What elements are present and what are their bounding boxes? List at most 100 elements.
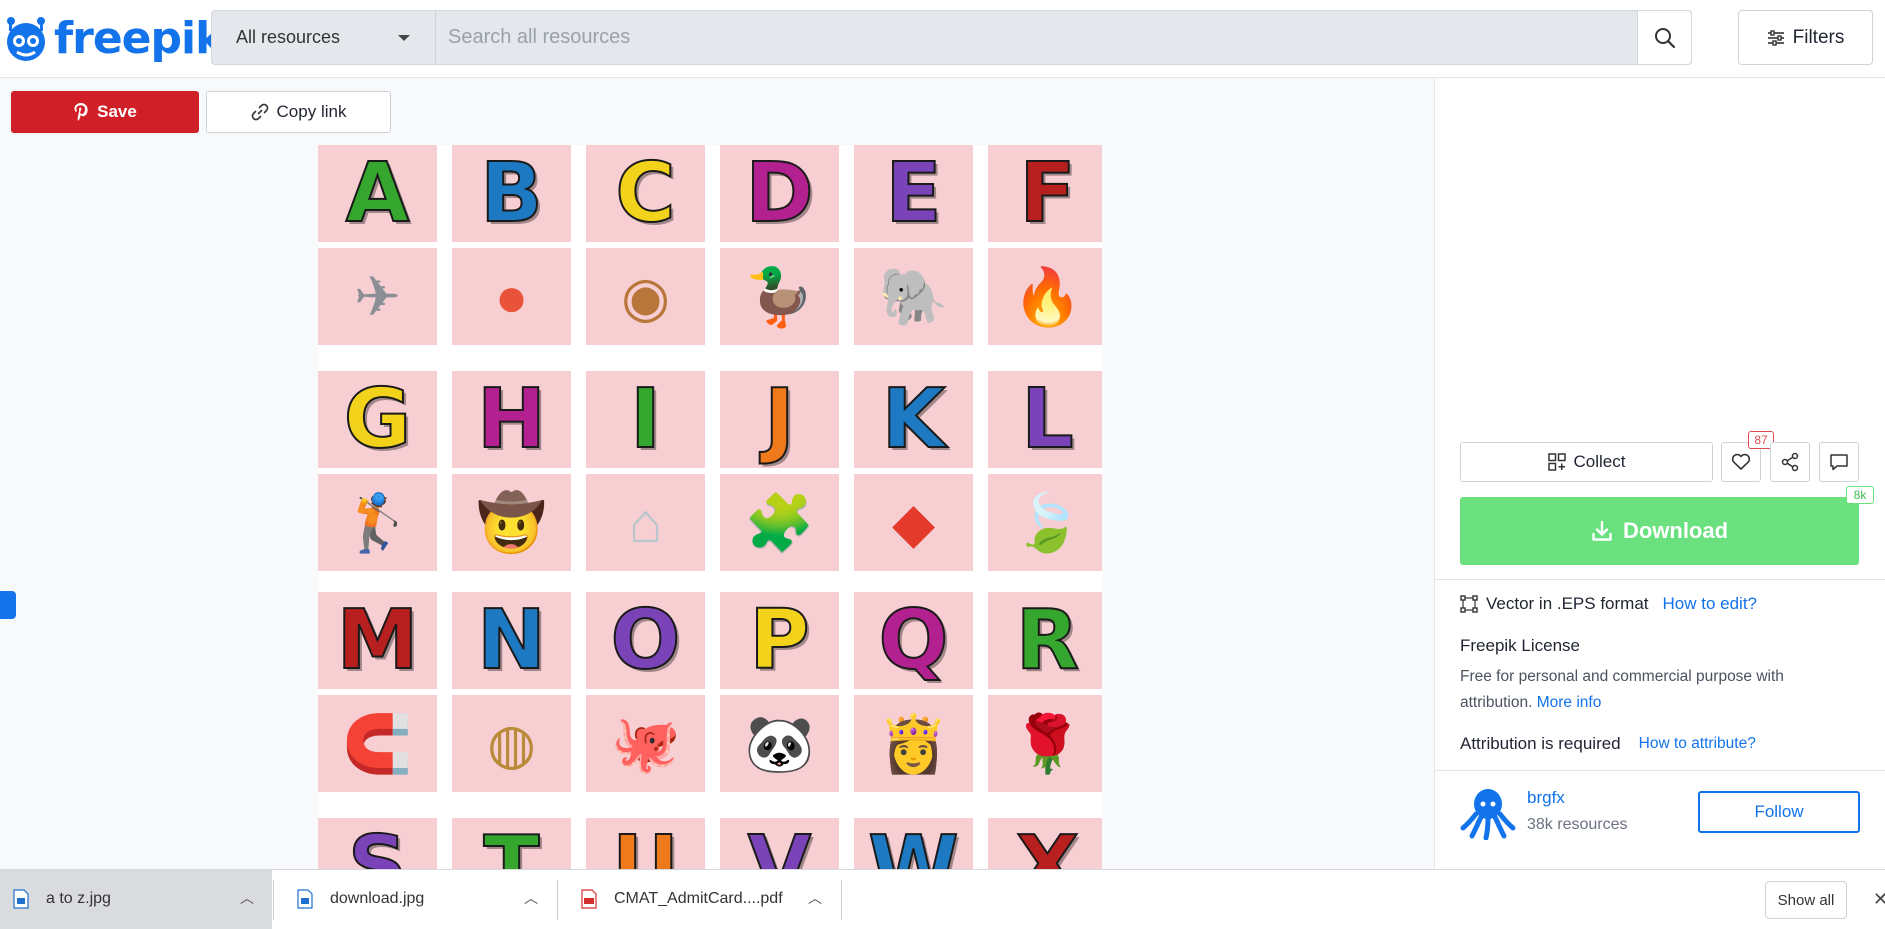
nest-icon: ◍: [487, 711, 536, 775]
letter-glyph: D: [744, 145, 814, 241]
resource-preview-image[interactable]: A ✈ B ● C ◉ D 🦆 E 🐘 F 🔥 G 🏌 H 🤠 I ⌂ J 🧩 K ◆ L 🍃 M 🧲 N ◍ O 🐙 P 🐼 Q 👸 R 🌹 S T U V…: [318, 145, 1102, 869]
picture-tile: ◍: [452, 695, 571, 792]
kite-icon: ◆: [891, 490, 936, 554]
show-all-downloads-button[interactable]: Show all: [1765, 881, 1847, 919]
letter-tile: I: [586, 371, 705, 468]
letter-tile: K: [854, 371, 973, 468]
chevron-up-icon[interactable]: ︿: [240, 888, 254, 908]
how-to-attribute-link[interactable]: How to attribute?: [1639, 735, 1756, 753]
follow-label: Follow: [1754, 802, 1804, 821]
download-item[interactable]: a to z.jpg ︿: [0, 870, 272, 929]
download-file-name: CMAT_AdmitCard....pdf: [614, 890, 783, 907]
letter-tile: S: [318, 818, 437, 869]
letter-tile: F: [988, 145, 1102, 242]
comment-button[interactable]: [1819, 442, 1859, 482]
format-text: Vector in .EPS format: [1486, 594, 1649, 613]
letter-tile: A: [318, 145, 437, 242]
letter-tile: Q: [854, 592, 973, 689]
letter-glyph: C: [614, 145, 676, 241]
pinterest-save-button[interactable]: Save: [11, 91, 199, 133]
share-button[interactable]: [1770, 442, 1810, 482]
heart-icon: [1731, 453, 1751, 470]
author-avatar[interactable]: [1460, 784, 1516, 841]
link-icon: [251, 103, 268, 121]
picture-tile: ✈: [318, 248, 437, 345]
picture-tile: 🌹: [988, 695, 1102, 792]
show-all-label: Show all: [1777, 891, 1835, 909]
letter-tile: E: [854, 145, 973, 242]
picture-tile: 🐼: [720, 695, 839, 792]
chevron-up-icon[interactable]: ︿: [524, 888, 538, 908]
collect-button[interactable]: Collect: [1460, 442, 1713, 482]
download-label: Download: [1622, 518, 1729, 543]
caret-down-icon: [398, 35, 410, 41]
download-separator: [841, 880, 842, 920]
letter-glyph: H: [476, 371, 547, 467]
download-icon: [1592, 520, 1612, 541]
download-item[interactable]: CMAT_AdmitCard....pdf ︿: [568, 870, 840, 929]
how-to-edit-link[interactable]: How to edit?: [1663, 594, 1758, 614]
author-block: brgfx 38k resources Follow: [1460, 782, 1860, 842]
download-item[interactable]: download.jpg ︿: [284, 870, 556, 929]
format-row: Vector in .EPS format How to edit?: [1460, 594, 1757, 614]
letter-glyph: X: [1015, 818, 1080, 869]
license-title: Freepik License: [1460, 636, 1581, 655]
search-button[interactable]: [1637, 11, 1691, 64]
search-input[interactable]: [448, 19, 1628, 55]
letter-glyph: J: [763, 371, 795, 467]
chevron-up-icon[interactable]: ︿: [808, 888, 822, 908]
letter-glyph: F: [1018, 145, 1076, 241]
cookie-icon: ◉: [621, 264, 670, 328]
letter-tile: X: [988, 818, 1102, 869]
image-file-icon: [13, 889, 29, 909]
collect-label: Collect: [1573, 452, 1626, 471]
letter-glyph: Q: [878, 592, 950, 688]
vector-format-icon: [1460, 595, 1478, 613]
octopus-icon: 🐙: [610, 711, 681, 775]
filters-button[interactable]: Filters: [1738, 10, 1873, 65]
save-label: Save: [97, 102, 137, 121]
comment-icon: [1830, 454, 1848, 471]
search-bar: All resources: [211, 10, 1692, 65]
resource-type-select[interactable]: All resources: [212, 11, 436, 64]
attribution-row: Attribution is required How to attribute…: [1460, 734, 1756, 754]
license-text: Free for personal and commercial purpose…: [1460, 668, 1784, 711]
more-info-link[interactable]: More info: [1537, 694, 1602, 711]
search-icon: [1654, 27, 1675, 48]
freepik-logo[interactable]: freepik: [2, 10, 224, 66]
author-name-link[interactable]: brgfx: [1527, 788, 1565, 808]
letter-tile: T: [452, 818, 571, 869]
pdf-file-icon: [581, 889, 597, 909]
picture-tile: 🤠: [452, 474, 571, 571]
download-button[interactable]: Download: [1460, 497, 1859, 565]
freepik-logo-icon: [7, 17, 45, 61]
letter-glyph: B: [479, 145, 544, 241]
image-file-icon: [297, 889, 313, 909]
letter-glyph: O: [610, 592, 682, 688]
letter-tile: D: [720, 145, 839, 242]
letter-glyph: I: [629, 371, 661, 467]
beach-ball-icon: ●: [494, 264, 529, 328]
leaf-icon: 🍃: [1012, 490, 1083, 554]
rose-icon: 🌹: [1012, 711, 1083, 775]
letter-glyph: U: [611, 818, 680, 869]
follow-button[interactable]: Follow: [1698, 791, 1860, 833]
close-icon[interactable]: ✕: [1873, 889, 1885, 910]
letter-tile: U: [586, 818, 705, 869]
letter-tile: W: [854, 818, 973, 869]
side-feedback-tab[interactable]: [0, 591, 16, 619]
octopus-avatar-icon: [1460, 789, 1516, 841]
fire-icon: 🔥: [1012, 264, 1083, 328]
picture-tile: ◉: [586, 248, 705, 345]
copy-link-button[interactable]: Copy link: [206, 91, 391, 133]
magnet-icon: 🧲: [342, 711, 413, 775]
panel-divider: [1434, 579, 1885, 580]
picture-tile: 🏌: [318, 474, 437, 571]
letter-tile: P: [720, 592, 839, 689]
letter-glyph: L: [1020, 371, 1074, 467]
letter-tile: N: [452, 592, 571, 689]
copy-link-label: Copy link: [276, 102, 347, 121]
filters-label: Filters: [1792, 26, 1845, 48]
letter-tile: B: [452, 145, 571, 242]
picture-tile: ●: [452, 248, 571, 345]
